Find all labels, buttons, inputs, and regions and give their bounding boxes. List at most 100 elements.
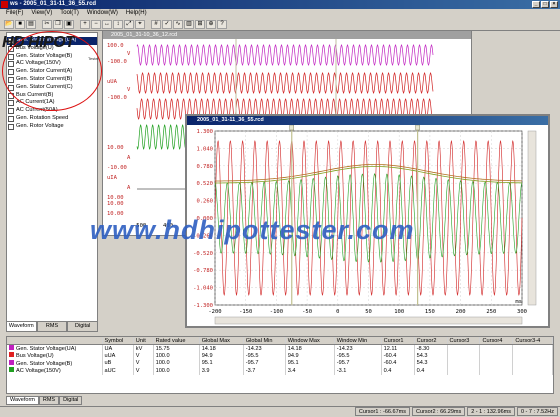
table-cell: Bus Voltage(U) [7,352,103,360]
y-tick-label: -0.780 [193,268,213,274]
cursor-handle [415,125,420,131]
table-cell [512,367,553,375]
title-bar: ws - 2005_01_31-11_36_55.rcd _ □ × [0,0,560,9]
table-header: Cursor1 [381,337,415,345]
channel-checkbox[interactable] [8,69,14,76]
menu-help[interactable]: Help(H) [126,9,147,18]
table-cell: -14.23 [334,344,382,352]
table-row[interactable]: Gen. Stator Voltage(UA) UA kV 15.75 14.18 -14… [7,344,553,352]
tab-bottom-digital[interactable]: Digital [59,396,83,405]
channel-label: AC Voltage(150V) [16,60,61,67]
channel-item[interactable]: AC Current(1A) [7,99,97,107]
wave-icon[interactable]: ∿ [173,20,183,29]
x-tick-label: 100 [394,309,404,315]
y-tick-label: 0.260 [196,199,213,205]
channel-checkbox[interactable] [8,84,14,91]
x-tick-label: 150 [425,309,435,315]
channel-item[interactable]: AC Voltage(150V) [7,60,97,68]
zoom-x-icon[interactable]: ↔ [102,20,112,29]
tab-waveform[interactable]: Waveform [6,321,37,332]
table-header: Symbol [102,337,134,345]
menu-window[interactable]: Window(W) [87,9,118,18]
menu-tool[interactable]: Tool(T) [60,9,79,18]
paste-icon[interactable]: ▣ [64,20,74,29]
tab-bottom-waveform[interactable]: Waveform [6,396,39,405]
spectrum-icon[interactable]: ▥ [184,20,194,29]
channel-item[interactable]: Gen. Rotor Voltage [7,123,97,131]
menu-view[interactable]: View(V) [31,9,52,18]
table-cell: 95.1 [285,359,335,367]
save-icon[interactable]: ■ [15,20,25,29]
table-cell: 100.0 [153,352,200,360]
table-header: Cursor3 [447,337,481,345]
maximize-button[interactable]: □ [541,1,549,8]
table-row[interactable]: Gen. Stator Voltage(B) uB V 100.0 95.1 -95.7 9… [7,359,553,367]
check-icon[interactable]: ✓ [162,20,172,29]
back-axis-label: uUA [107,79,118,85]
back-axis-label: -10.00 [107,165,127,171]
table-cell: uUA [102,352,134,360]
grid-icon[interactable]: # [151,20,161,29]
zoom-out-icon[interactable]: − [91,20,101,29]
table-cell [512,359,553,367]
tab-digital[interactable]: Digital [67,321,99,332]
table-header [7,337,103,345]
table-cell [479,359,514,367]
channel-checkbox[interactable] [8,108,14,115]
table-cell: -14.23 [243,344,286,352]
channel-checkbox[interactable] [8,76,14,83]
x-tick-label: -200 [208,309,221,315]
table-row[interactable]: AC Voltage(150V) aUC V 100.0 3.9 -3.7 3.4 -3.1 0… [7,367,553,375]
channel-item[interactable]: Gen. Stator Current(A) [7,68,97,76]
table-cell [447,367,481,375]
channel-label: AC Current(50A) [16,107,58,114]
close-button[interactable]: × [550,1,558,8]
status-cursor1: Cursor1 : -66.67ms [354,407,410,416]
cursor-icon[interactable]: ⌖ [135,20,145,29]
cut-icon[interactable]: ✂ [42,20,52,29]
channel-label: Gen. Stator Voltage(B) [16,52,73,59]
open-icon[interactable]: 📂 [4,20,14,29]
zoom-in-icon[interactable]: + [80,20,90,29]
zoom-y-icon[interactable]: ↕ [113,20,123,29]
table-row[interactable]: Bus Voltage(U) uUA V 100.0 94.9 -95.5 94.9 -95.… [7,352,553,360]
channel-item[interactable]: Gen. Stator Current(C) [7,84,97,92]
table-cell: V [133,352,154,360]
table-cell [447,359,481,367]
back-axis-label: -100.0 [107,95,127,101]
x-tick-label: 300 [517,309,527,315]
zoom-fit-icon[interactable]: ⤢ [124,20,134,29]
table-header: Cursor4 [479,337,514,345]
tab-bottom-rms[interactable]: RMS [38,396,60,405]
channel-item[interactable]: Gen. Stator Current(B) [7,76,97,84]
channel-checkbox[interactable] [8,115,14,122]
harmonic-icon[interactable]: ⊞ [195,20,205,29]
table-cell: kV [133,344,154,352]
channel-item[interactable]: Gen. Stator Voltage(B) [7,53,97,61]
table-header: Cursor3-4 [512,337,553,345]
menu-file[interactable]: File(F) [6,9,23,18]
channel-checkbox[interactable] [8,61,14,68]
print-icon[interactable]: ▤ [26,20,36,29]
tab-rms[interactable]: RMS [36,321,68,332]
channel-checkbox[interactable] [8,92,14,99]
x-tick-label: 250 [486,309,496,315]
minimize-button[interactable]: _ [532,1,540,8]
vector-icon[interactable]: ⊕ [206,20,216,29]
back-axis-label: 10.00 [107,201,124,207]
channel-item[interactable]: Gen. Rotation Speed [7,115,97,123]
table-cell: -8.30 [414,344,448,352]
info-icon[interactable]: ? [217,20,227,29]
table-cell: -3.7 [243,367,286,375]
channel-checkbox[interactable] [8,123,14,130]
table-cell: 12.11 [381,344,415,352]
channel-item[interactable]: Bus Current(B) [7,92,97,100]
x-tick-label: -150 [239,309,252,315]
color-swatch [9,352,14,358]
copy-icon[interactable]: ❐ [53,20,63,29]
channel-item[interactable]: AC Current(50A) [7,107,97,115]
channel-checkbox[interactable] [8,100,14,107]
back-axis-label: 100.0 [107,43,124,49]
back-window-title: 2005_01_31-10_36_12.rcd [103,31,471,39]
channel-checkbox[interactable] [8,53,14,60]
